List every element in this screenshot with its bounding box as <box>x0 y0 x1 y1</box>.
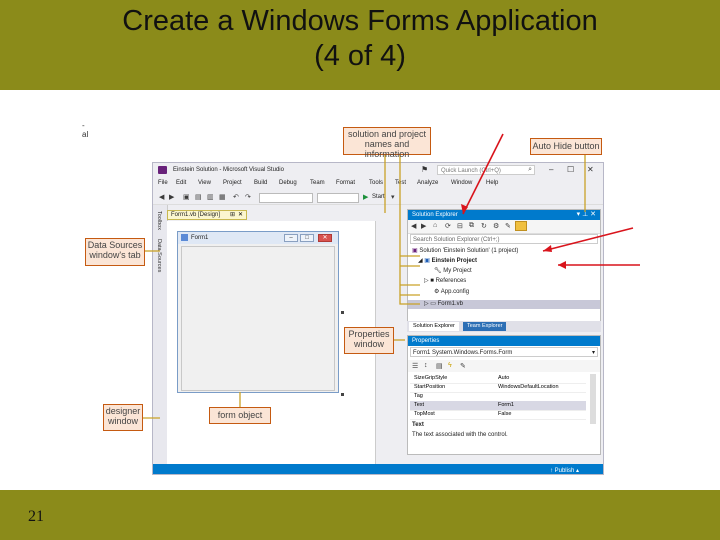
callout-solution-info: solution and project names and informati… <box>343 127 431 159</box>
arrowhead <box>558 261 566 269</box>
annotation-lines <box>138 133 640 419</box>
slide-number: 21 <box>28 508 44 525</box>
callout-auto-hide: Auto Hide button <box>530 138 602 155</box>
callout-form-object: form object <box>209 407 271 424</box>
callout-data-sources: Data Sources window's tab <box>85 238 145 266</box>
callout-properties: Properties window <box>344 327 394 354</box>
arrow-line <box>462 133 504 215</box>
footer-bar <box>0 490 720 540</box>
callout-designer: designer window <box>103 404 143 431</box>
arrowhead <box>543 245 552 252</box>
arrow-line <box>542 227 634 252</box>
leader-solution-tree <box>399 154 420 305</box>
